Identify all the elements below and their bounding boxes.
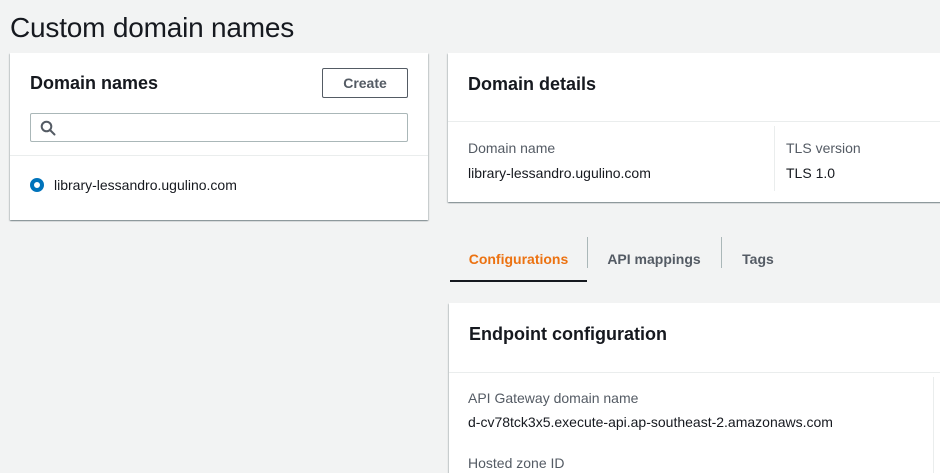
column-divider <box>774 126 775 191</box>
tls-version-value: TLS 1.0 <box>786 165 836 181</box>
domain-name-label: Domain name <box>468 140 556 156</box>
search-icon <box>40 120 56 136</box>
active-tab-indicator <box>450 280 587 282</box>
domain-details-panel: Domain details Domain name library-lessa… <box>448 53 940 202</box>
api-gateway-domain-label: API Gateway domain name <box>468 390 639 406</box>
create-button[interactable]: Create <box>322 68 408 98</box>
radio-selected-icon[interactable] <box>30 178 44 192</box>
divider <box>448 121 940 122</box>
search-input[interactable] <box>63 116 403 139</box>
api-gateway-domain-value: d-cv78tck3x5.execute-api.ap-southeast-2.… <box>468 414 833 430</box>
api-gateway-domain-field: API Gateway domain name d-cv78tck3x5.exe… <box>468 390 833 430</box>
tab-configurations[interactable]: Configurations <box>450 236 587 282</box>
tab-tags[interactable]: Tags <box>721 236 795 282</box>
details-tabs: Configurations API mappings Tags <box>450 236 940 282</box>
domain-list-item-label: library-lessandro.ugulino.com <box>54 177 237 193</box>
endpoint-configuration-heading: Endpoint configuration <box>469 324 667 344</box>
domain-details-heading: Domain details <box>468 74 597 94</box>
domain-name-value: library-lessandro.ugulino.com <box>468 165 651 181</box>
domain-names-panel: Domain names Create library-lessandro.ug… <box>10 53 428 220</box>
search-box[interactable] <box>30 113 408 142</box>
tls-version-field: TLS version TLS 1.0 <box>786 140 861 181</box>
divider <box>449 372 940 373</box>
domain-names-heading: Domain names <box>30 73 159 93</box>
hosted-zone-label: Hosted zone ID <box>468 455 565 471</box>
domain-list-item[interactable]: library-lessandro.ugulino.com <box>30 177 237 193</box>
tls-version-label: TLS version <box>786 140 861 156</box>
divider <box>10 155 428 156</box>
tab-api-mappings[interactable]: API mappings <box>587 236 721 282</box>
page-title: Custom domain names <box>10 12 295 43</box>
domain-name-field: Domain name library-lessandro.ugulino.co… <box>468 140 651 181</box>
hosted-zone-field: Hosted zone ID <box>468 455 565 471</box>
column-divider <box>933 377 934 473</box>
endpoint-configuration-panel: Endpoint configuration API Gateway domai… <box>449 303 940 473</box>
